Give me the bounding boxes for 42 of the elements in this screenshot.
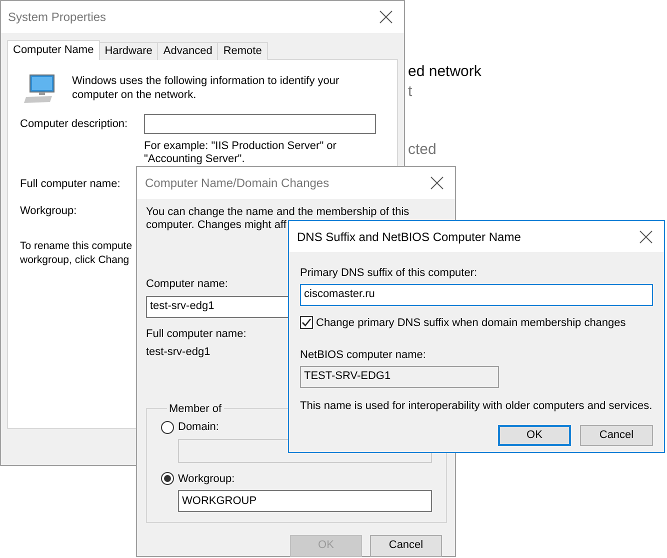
close-icon xyxy=(639,230,653,244)
field-label: Full computer name: xyxy=(20,177,120,192)
netbios-name-field: TEST-SRV-EDG1 xyxy=(300,366,499,388)
intro-text: computer. Changes might aff xyxy=(146,219,286,232)
field-label: Primary DNS suffix of this computer: xyxy=(300,266,478,281)
window-title: System Properties xyxy=(8,9,106,26)
radio-label: Workgroup: xyxy=(178,472,235,486)
tab[interactable]: Hardware xyxy=(98,42,158,60)
dialog-button[interactable]: Cancel xyxy=(370,534,442,556)
rename-text: workgroup, click Chang xyxy=(20,253,130,267)
radio-label: Domain: xyxy=(178,420,219,435)
close-icon xyxy=(430,176,444,190)
group-title: Member of xyxy=(168,402,223,416)
tab[interactable]: Computer Name xyxy=(7,40,100,60)
checkbox[interactable] xyxy=(300,316,313,330)
page-text: ed network xyxy=(408,62,482,82)
rename-text: To rename this compute xyxy=(20,239,132,253)
hint-text: For example: "IIS Production Server" or "Accounting Server". xyxy=(144,140,338,166)
close-icon xyxy=(379,10,393,24)
field-label: NetBIOS computer name: xyxy=(300,348,426,363)
window-title: Computer Name/Domain Changes xyxy=(145,175,330,192)
field-label: Computer description: xyxy=(20,116,129,132)
description-field[interactable] xyxy=(144,114,376,134)
radio-button[interactable] xyxy=(161,472,174,486)
page-text: cted xyxy=(408,140,438,160)
field-label: Computer name: xyxy=(146,277,228,292)
checkbox-label: Change primary DNS suffix when domain membership changes xyxy=(316,316,626,330)
tab[interactable]: Remote xyxy=(217,42,268,60)
text-field[interactable]: WORKGROUP xyxy=(178,490,432,512)
intro-text: Windows uses the following information to identify your computer on the network. xyxy=(72,74,340,102)
intro-text: You can change the name and the membership of this xyxy=(146,206,410,219)
field-label: Workgroup: xyxy=(20,204,77,218)
page-text: t xyxy=(408,82,414,102)
radio-button[interactable] xyxy=(161,420,174,434)
note-text: This name is used for interoperability with older computers and services. xyxy=(300,398,652,414)
dns-suffix-field[interactable]: ciscomaster.ru xyxy=(300,284,653,306)
tab[interactable]: Advanced xyxy=(157,42,218,60)
full-name-value: test-srv-edg1 xyxy=(146,345,210,360)
field-label: Full computer name: xyxy=(146,326,246,342)
dialog-button[interactable]: Cancel xyxy=(580,425,653,446)
window-title: DNS Suffix and NetBIOS Computer Name xyxy=(297,228,521,246)
dialog-button[interactable]: OK xyxy=(498,425,571,446)
